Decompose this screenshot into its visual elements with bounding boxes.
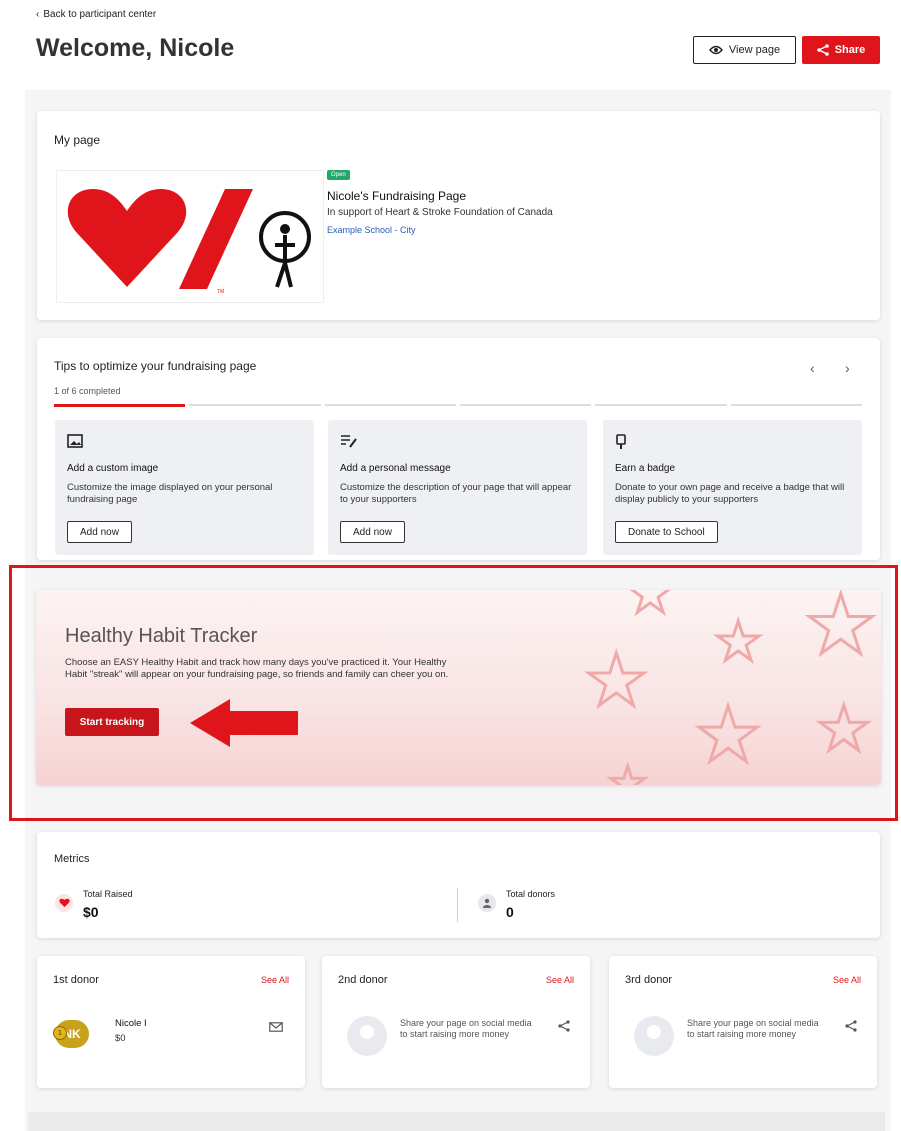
tip-description: Customize the image displayed on your pe… xyxy=(67,482,273,505)
tip-description: Customize the description of your page t… xyxy=(340,482,572,505)
heart-icon xyxy=(67,189,187,287)
tip-title: Add a personal message xyxy=(340,463,451,474)
back-link-label: Back to participant center xyxy=(43,9,157,20)
tip-card: Add a personal message Customize the des… xyxy=(328,420,587,555)
progress-segment xyxy=(460,404,592,406)
donor-name: Nicole I xyxy=(115,1018,147,1029)
person-icon xyxy=(478,894,496,912)
my-page-title: My page xyxy=(54,133,101,147)
share-icon[interactable] xyxy=(845,1020,857,1032)
total-raised-value: $0 xyxy=(83,904,99,920)
donor-title: 2nd donor xyxy=(338,974,388,986)
envelope-icon[interactable] xyxy=(269,1022,283,1032)
status-badge: Open xyxy=(327,170,350,180)
image-icon xyxy=(67,434,83,448)
footer-strip xyxy=(28,1112,885,1131)
view-page-label: View page xyxy=(728,44,781,56)
add-image-button[interactable]: Add now xyxy=(67,521,132,543)
share-label: Share xyxy=(834,44,866,56)
tips-progress-text: 1 of 6 completed xyxy=(54,386,121,396)
back-link[interactable]: ‹ Back to participant center xyxy=(36,9,156,20)
eye-icon xyxy=(708,45,723,55)
page-title: Welcome, Nicole xyxy=(36,34,235,62)
share-icon xyxy=(816,44,829,56)
edit-text-icon xyxy=(341,435,357,448)
see-all-link[interactable]: See All xyxy=(833,975,861,985)
donor-card-1: 1st donor See All NK 1 Nicole I $0 xyxy=(37,956,305,1088)
jump-rope-icon xyxy=(259,211,311,288)
my-page-card: My page TM Open Nicole's Fundraising Pag… xyxy=(37,111,880,320)
progress-segment xyxy=(595,404,727,406)
total-donors-label: Total donors xyxy=(506,889,556,899)
donate-to-school-button[interactable]: Donate to School xyxy=(615,521,718,543)
see-all-link[interactable]: See All xyxy=(546,975,574,985)
empty-avatar xyxy=(347,1016,387,1056)
total-raised-label: Total Raised xyxy=(83,889,133,899)
progress-segment xyxy=(189,404,321,406)
tips-title: Tips to optimize your fundraising page xyxy=(54,359,257,373)
page-name: Nicole's Fundraising Page xyxy=(327,189,467,203)
share-button[interactable]: Share xyxy=(802,36,880,64)
divider xyxy=(457,888,458,922)
see-all-link[interactable]: See All xyxy=(261,975,289,985)
highlight-frame xyxy=(9,565,898,821)
tip-card: Earn a badge Donate to your own page and… xyxy=(603,420,862,555)
total-donors-value: 0 xyxy=(506,904,514,920)
arrow-left-icon xyxy=(190,699,298,747)
donor-title: 1st donor xyxy=(53,974,99,986)
empty-donor-text: Share your page on social media to start… xyxy=(400,1018,532,1039)
school-link[interactable]: Example School - City xyxy=(327,225,416,235)
svg-text:TM: TM xyxy=(217,289,224,295)
share-icon[interactable] xyxy=(558,1020,570,1032)
page-logo: TM xyxy=(56,170,324,303)
tip-description: Donate to your own page and receive a ba… xyxy=(615,482,845,505)
chevron-left-icon: ‹ xyxy=(36,9,40,20)
view-page-button[interactable]: View page xyxy=(693,36,796,64)
progress-segment xyxy=(730,404,862,406)
tip-card: Add a custom image Customize the image d… xyxy=(55,420,314,555)
slash-icon xyxy=(179,189,253,289)
empty-avatar xyxy=(634,1016,674,1056)
donor-card-3: 3rd donor See All Share your page on soc… xyxy=(609,956,877,1088)
tips-card: Tips to optimize your fundraising page ‹… xyxy=(37,338,880,560)
chevron-right-icon[interactable]: › xyxy=(845,360,850,376)
support-text: In support of Heart & Stroke Foundation … xyxy=(327,207,553,218)
donor-card-2: 2nd donor See All Share your page on soc… xyxy=(322,956,590,1088)
metrics-card: Metrics Total Raised $0 Total donors 0 xyxy=(37,832,880,938)
tip-title: Earn a badge xyxy=(615,463,676,474)
donor-amount: $0 xyxy=(115,1033,126,1044)
progress-segment xyxy=(54,404,186,407)
tip-title: Add a custom image xyxy=(67,463,159,474)
donor-title: 3rd donor xyxy=(625,974,673,986)
chevron-left-icon[interactable]: ‹ xyxy=(810,360,815,376)
heart-icon xyxy=(55,894,73,912)
rank-badge: 1 xyxy=(53,1026,67,1040)
progress-segment xyxy=(324,404,456,406)
metrics-title: Metrics xyxy=(54,853,90,865)
badge-icon xyxy=(616,434,626,449)
add-message-button[interactable]: Add now xyxy=(340,521,405,543)
empty-donor-text: Share your page on social media to start… xyxy=(687,1018,819,1039)
